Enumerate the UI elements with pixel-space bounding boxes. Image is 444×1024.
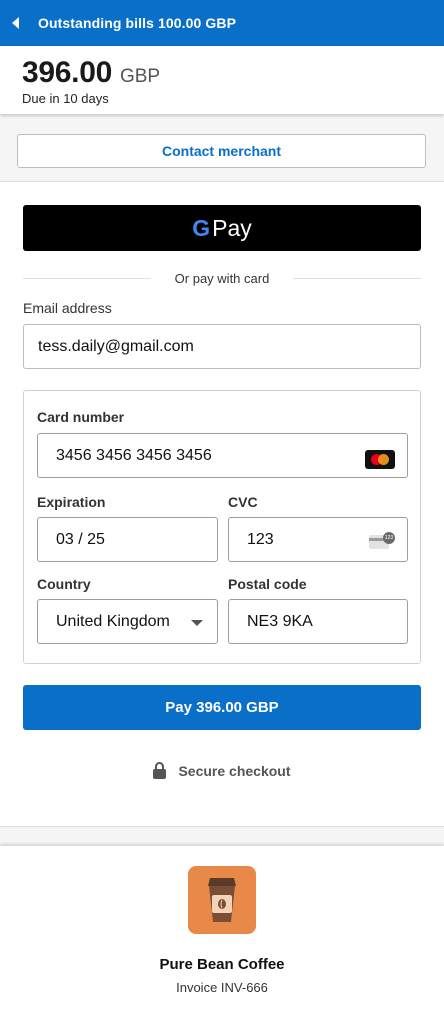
cvc-label: CVC [228, 494, 258, 510]
amount-summary: 396.00 GBP Due in 10 days [0, 46, 444, 114]
dropdown-caret-icon [191, 620, 203, 626]
top-bar: Outstanding bills 100.00 GBP [0, 0, 444, 46]
country-label: Country [37, 576, 91, 592]
divider-line-right [293, 277, 421, 279]
merchant-footer: Pure Bean Coffee Invoice INV-666 [0, 846, 444, 1024]
google-g-icon: G [192, 214, 211, 241]
google-pay-label: Pay [212, 214, 252, 241]
expiration-label: Expiration [37, 494, 106, 510]
divider-line-left [23, 277, 151, 279]
card-number-label: Card number [37, 409, 125, 425]
email-label: Email address [23, 300, 112, 316]
google-pay-button[interactable]: G Pay [23, 205, 421, 251]
or-pay-with-card-text: Or pay with card [174, 270, 270, 286]
coffee-cup-logo-icon [188, 866, 256, 934]
cvc-card-icon: 123 [369, 532, 395, 550]
lock-icon [153, 762, 167, 779]
merchant-name: Pure Bean Coffee [159, 956, 285, 973]
country-select[interactable]: United Kingdom [37, 599, 218, 644]
invoice-number: Invoice INV-666 [176, 980, 268, 995]
secure-checkout-label: Secure checkout [178, 762, 291, 779]
expiration-input[interactable]: 03 / 25 [37, 517, 218, 562]
country-value: United Kingdom [56, 612, 170, 630]
cvc-value: 123 [247, 530, 274, 548]
secure-checkout: Secure checkout [0, 762, 444, 779]
postal-code-label: Postal code [228, 576, 307, 592]
footer-divider-band [0, 826, 444, 848]
pay-button[interactable]: Pay 396.00 GBP [23, 685, 421, 730]
amount-due: 396.00 [22, 56, 112, 89]
card-number-value: 3456 3456 3456 3456 [56, 446, 212, 464]
due-date: Due in 10 days [22, 91, 109, 106]
or-divider: Or pay with card [23, 270, 421, 286]
contact-merchant-button[interactable]: Contact merchant [17, 134, 426, 168]
cvc-input[interactable]: 123 123 [228, 517, 408, 562]
amount-currency: GBP [119, 66, 161, 87]
outstanding-bills-title[interactable]: Outstanding bills 100.00 GBP [38, 15, 236, 31]
email-input[interactable]: tess.daily@gmail.com [23, 324, 421, 369]
card-details-box: Card number 3456 3456 3456 3456 Expirati… [23, 390, 421, 664]
back-arrow-icon[interactable] [12, 16, 22, 30]
card-number-input[interactable]: 3456 3456 3456 3456 [37, 433, 408, 478]
mastercard-icon [365, 450, 395, 469]
cvc-badge: 123 [383, 532, 395, 544]
postal-code-input[interactable]: NE3 9KA [228, 599, 408, 644]
